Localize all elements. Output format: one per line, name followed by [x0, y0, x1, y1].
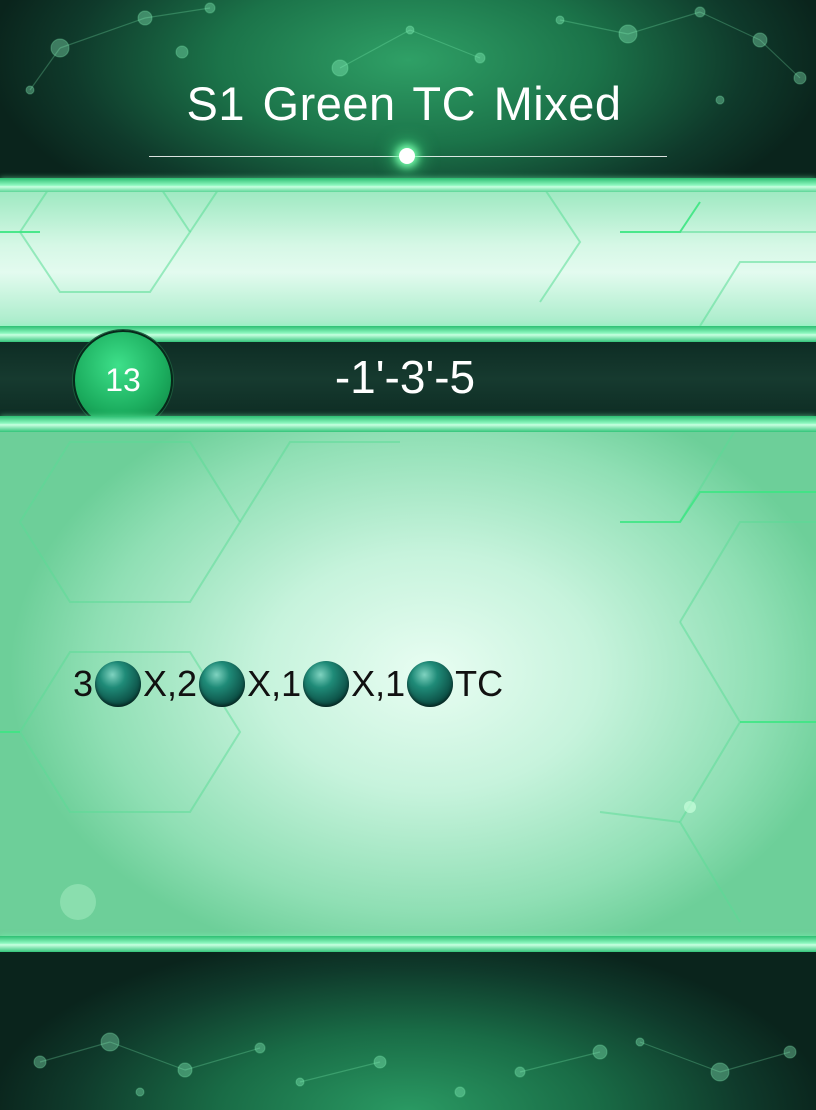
page-title: S1 Green TC Mixed	[186, 77, 622, 130]
main-panel: 3 X,2 X,1 X,1 TC	[0, 432, 816, 936]
band-value: -1'-3'-5	[334, 351, 476, 403]
hexagon-pattern	[0, 192, 816, 326]
top-header: S1 Green TC Mixed	[0, 0, 816, 178]
formula-term: TC	[455, 663, 504, 704]
dark-teal-ball-icon	[303, 661, 350, 707]
glow-divider	[0, 416, 816, 432]
dark-teal-ball-icon	[95, 661, 142, 707]
network-decoration	[33, 1032, 797, 1098]
top-panel	[0, 192, 816, 326]
formula-term: X,1	[247, 663, 302, 704]
formula-row: 3 X,2 X,1 X,1 TC	[73, 658, 503, 710]
number-badge: 13	[73, 330, 173, 430]
bottom-footer	[0, 952, 816, 1110]
dark-teal-ball-icon	[407, 661, 454, 707]
dark-teal-ball-icon	[199, 661, 246, 707]
formula-term: X,2	[143, 663, 198, 704]
formula-term: X,1	[351, 663, 406, 704]
glow-dot-icon	[399, 148, 415, 164]
formula-term: 3	[73, 663, 94, 704]
glow-divider	[0, 936, 816, 952]
